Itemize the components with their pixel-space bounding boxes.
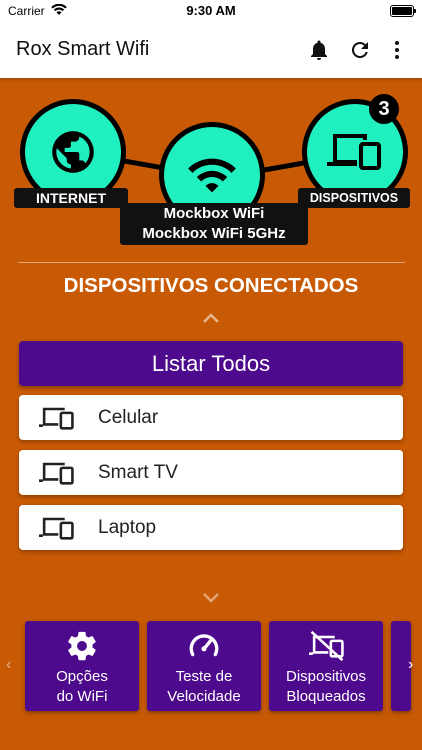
- device-row-celular[interactable]: Celular: [19, 395, 403, 440]
- blocked-devices-button[interactable]: Dispositivos Bloqueados: [269, 621, 383, 711]
- carousel-prev-icon[interactable]: ‹: [6, 656, 11, 674]
- bell-icon[interactable]: [307, 38, 331, 62]
- device-label: Celular: [98, 407, 159, 428]
- speed-test-button[interactable]: Teste de Velocidade: [147, 621, 261, 711]
- chevron-up-icon[interactable]: [201, 312, 221, 324]
- blocked-devices-icon: [309, 630, 344, 662]
- device-row-laptop[interactable]: Laptop: [19, 505, 403, 550]
- internet-label: INTERNET: [14, 188, 128, 208]
- list-all-button[interactable]: Listar Todos: [19, 341, 403, 386]
- wifi-names-box: Mockbox WiFi Mockbox WiFi 5GHz: [120, 203, 308, 245]
- device-label: Smart TV: [98, 462, 178, 483]
- app-title: Rox Smart Wifi: [16, 38, 150, 60]
- battery-icon: [390, 5, 416, 17]
- gear-icon: [68, 631, 96, 661]
- clock: 9:30 AM: [186, 3, 236, 18]
- section-title: DISPOSITIVOS CONECTADOS: [63, 274, 359, 297]
- devices-icon: [39, 517, 74, 540]
- section-divider: [18, 262, 405, 263]
- wifi-icon: [188, 158, 236, 193]
- wifi-name-2-4ghz: Mockbox WiFi: [163, 205, 265, 222]
- carousel-next-icon[interactable]: ›: [408, 656, 413, 674]
- refresh-icon[interactable]: [348, 38, 372, 62]
- action-label: Teste de Velocidade: [167, 668, 241, 705]
- device-label: Laptop: [98, 517, 157, 538]
- action-label: Dispositivos Bloqueados: [285, 668, 367, 705]
- app-bar: Rox Smart Wifi: [0, 22, 422, 78]
- globe-icon: [52, 131, 94, 173]
- wifi-options-button[interactable]: Opções do WiFi: [25, 621, 139, 711]
- wifi-name-5ghz: Mockbox WiFi 5GHz: [142, 225, 286, 242]
- device-count-badge: 3: [369, 94, 399, 124]
- speedometer-icon: [189, 634, 219, 657]
- device-row-smart-tv[interactable]: Smart TV: [19, 450, 403, 495]
- status-bar: Carrier 9:30 AM: [0, 0, 422, 22]
- devices-icon: [39, 462, 74, 485]
- chevron-down-icon[interactable]: [201, 592, 221, 604]
- devices-label: DISPOSITIVOS: [298, 188, 410, 208]
- devices-icon: [327, 134, 381, 170]
- devices-icon: [39, 407, 74, 430]
- more-vertical-icon[interactable]: [385, 38, 409, 62]
- action-label: Opções do WiFi: [56, 668, 108, 705]
